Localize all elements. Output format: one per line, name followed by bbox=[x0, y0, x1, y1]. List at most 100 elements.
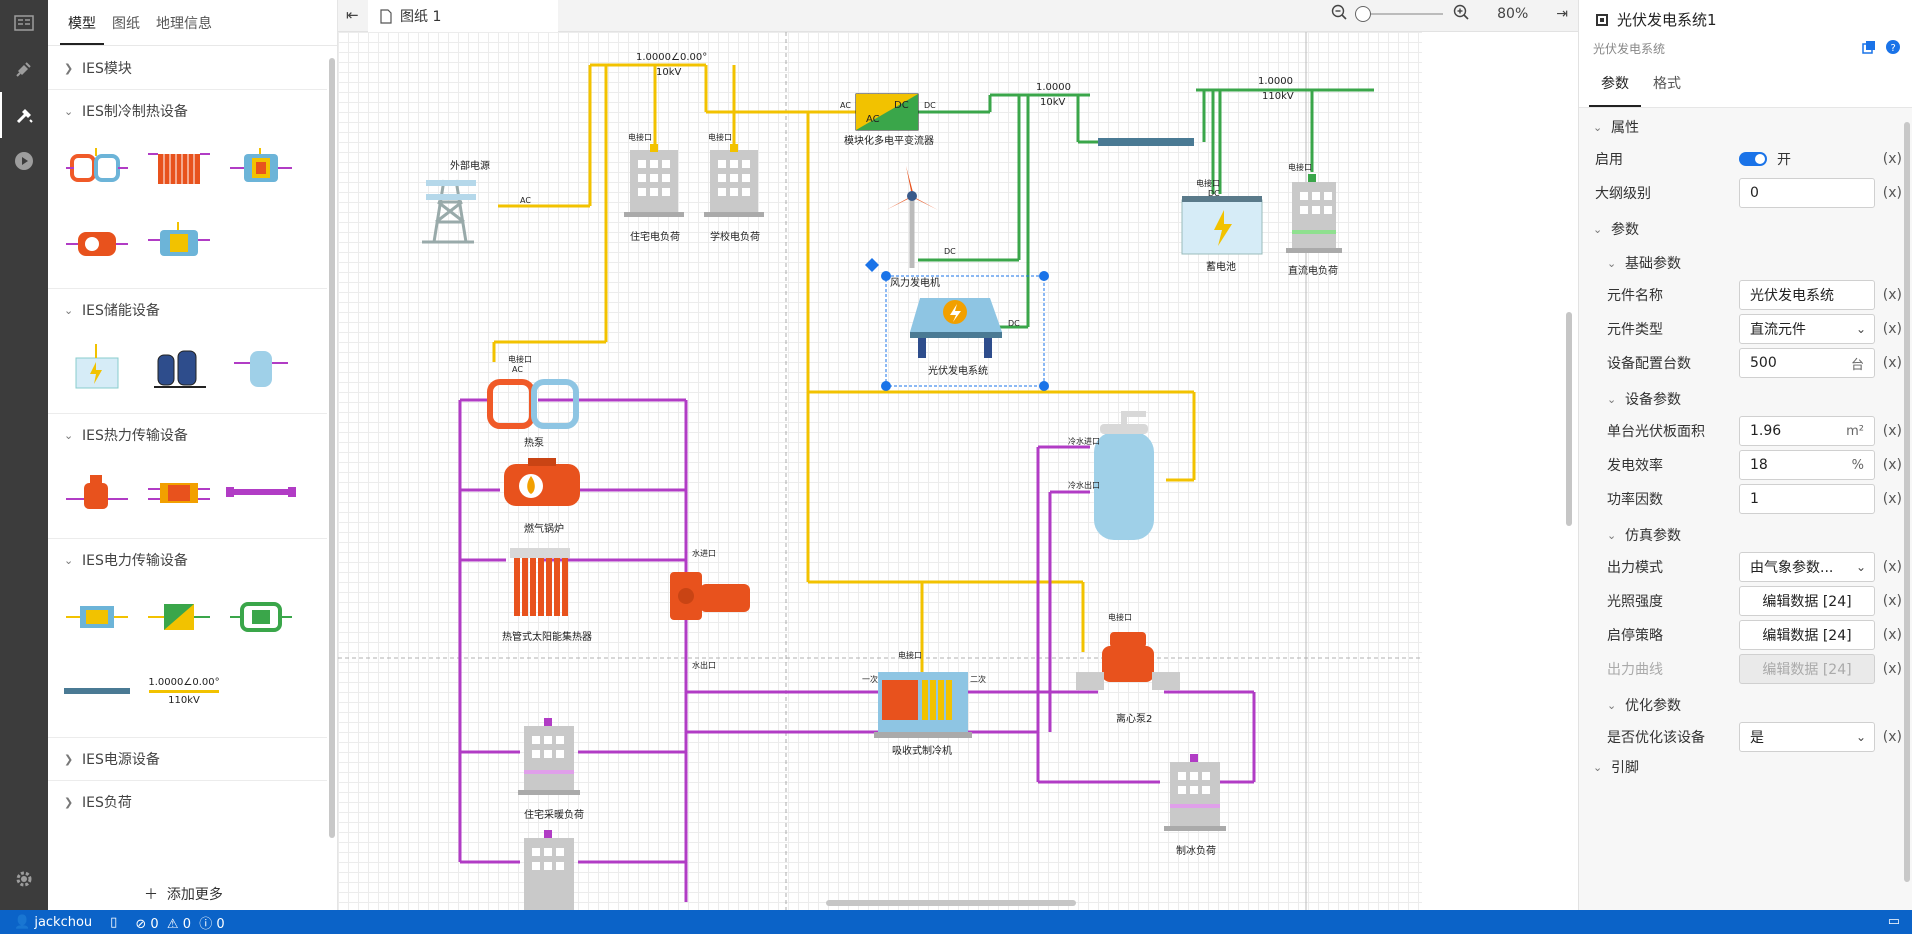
library-scrollbar[interactable] bbox=[329, 58, 335, 838]
school-load-node[interactable]: 电接口 学校电负荷 bbox=[704, 132, 764, 243]
expression-button[interactable]: (x) bbox=[1883, 627, 1902, 643]
diagram-canvas[interactable]: 1.0000∠0.00° 10kV 1.0000 10kV 1.0000 110… bbox=[338, 32, 1578, 910]
expression-button[interactable]: (x) bbox=[1883, 355, 1902, 371]
tab-drawing[interactable]: 图纸 bbox=[104, 13, 148, 45]
pump-item-icon[interactable] bbox=[62, 460, 132, 524]
tab-drawing-1[interactable]: 图纸 1 bbox=[368, 0, 558, 32]
solar-collector-node[interactable]: 热管式太阳能集热器 bbox=[502, 548, 592, 643]
gas-boiler-node[interactable]: 燃气锅炉 bbox=[504, 458, 580, 535]
absorption-chiller-node[interactable]: 电接口 一次 二次 吸收式制冷机 bbox=[862, 650, 986, 757]
boiler-item-icon[interactable] bbox=[226, 136, 296, 200]
residential-load-node[interactable]: 电接口 住宅电负荷 bbox=[624, 132, 684, 243]
gas-tank-item-icon[interactable] bbox=[144, 335, 214, 399]
help-icon[interactable]: ? bbox=[1886, 40, 1900, 58]
expression-button[interactable]: (x) bbox=[1883, 287, 1902, 303]
section-attributes[interactable]: ⌄ 属性 bbox=[1579, 108, 1912, 142]
zoom-slider[interactable] bbox=[1355, 6, 1444, 22]
expression-button[interactable]: (x) bbox=[1883, 729, 1902, 745]
expression-button[interactable]: (x) bbox=[1883, 593, 1902, 609]
zoom-out-icon[interactable] bbox=[1331, 4, 1347, 24]
section-opt-params[interactable]: ⌄ 优化参数 bbox=[1579, 686, 1912, 720]
external-power-node[interactable]: 外部电源 AC bbox=[422, 159, 531, 244]
problems-summary[interactable]: ⊘ 0 ⚠ 0 ⓘ 0 bbox=[135, 913, 224, 932]
tab-geo-info[interactable]: 地理信息 bbox=[148, 13, 220, 45]
expression-button[interactable]: (x) bbox=[1883, 457, 1902, 473]
expand-right-panel-icon[interactable]: ⇥ bbox=[1556, 6, 1568, 22]
battery-item-icon[interactable] bbox=[62, 335, 132, 399]
ice-load-node[interactable]: 制冰负荷 bbox=[1164, 754, 1226, 857]
expression-button[interactable]: (x) bbox=[1883, 185, 1902, 201]
tab-parameters[interactable]: 参数 bbox=[1589, 73, 1641, 107]
enable-toggle[interactable]: 开 bbox=[1739, 149, 1791, 169]
add-more-button[interactable]: ＋ 添加更多 bbox=[144, 884, 223, 904]
tab-model[interactable]: 模型 bbox=[60, 13, 104, 45]
solar-collector-item-icon[interactable] bbox=[144, 136, 214, 200]
section-pins[interactable]: ⌄ 引脚 bbox=[1579, 754, 1912, 776]
heat-pipe-item-icon[interactable] bbox=[226, 460, 296, 524]
expression-button[interactable]: (x) bbox=[1883, 491, 1902, 507]
heat-pump-item-icon[interactable] bbox=[62, 136, 132, 200]
toggle-switch[interactable] bbox=[1739, 152, 1767, 166]
expression-button[interactable]: (x) bbox=[1883, 559, 1902, 575]
category-header[interactable]: ⌄ IES制冷制热设备 bbox=[48, 90, 327, 132]
transformer-item-icon[interactable] bbox=[62, 585, 132, 649]
pump-2-node[interactable]: 电接口 离心泵2 bbox=[1076, 612, 1180, 725]
category-header[interactable]: ❯ IES电源设备 bbox=[48, 738, 327, 780]
properties-scrollbar[interactable] bbox=[1904, 122, 1910, 882]
tab-format[interactable]: 格式 bbox=[1641, 73, 1693, 107]
canvas-horizontal-scrollbar[interactable] bbox=[826, 900, 1076, 906]
wind-turbine-node[interactable]: DC 风力发电机 bbox=[886, 166, 956, 289]
device-icon[interactable]: ▯ bbox=[110, 915, 117, 930]
category-header[interactable]: ❯ IES负荷 bbox=[48, 781, 327, 823]
expression-button[interactable]: (x) bbox=[1883, 151, 1902, 167]
collapse-panel-icon[interactable]: ⇤ bbox=[346, 6, 359, 24]
outline-level-input[interactable]: 0 bbox=[1739, 178, 1875, 208]
start-stop-edit-button[interactable]: 编辑数据 [24] bbox=[1739, 620, 1875, 650]
category-header[interactable]: ❯ IES模块 bbox=[48, 47, 327, 89]
panel-area-input[interactable]: 1.96 m² bbox=[1739, 416, 1875, 446]
category-header[interactable]: ⌄ IES热力传输设备 bbox=[48, 414, 327, 456]
component-name-input[interactable]: 光伏发电系统 bbox=[1739, 280, 1875, 310]
run-icon[interactable] bbox=[0, 138, 48, 184]
expression-button[interactable]: (x) bbox=[1883, 423, 1902, 439]
dashboard-icon[interactable] bbox=[0, 0, 48, 46]
section-basic-params[interactable]: ⌄ 基础参数 bbox=[1579, 244, 1912, 278]
plugin-icon[interactable] bbox=[0, 46, 48, 92]
inverter-item-icon[interactable] bbox=[226, 585, 296, 649]
dc-load-node[interactable]: 电接口 直流电负荷 bbox=[1286, 162, 1342, 277]
converter-item-icon[interactable] bbox=[144, 585, 214, 649]
copy-icon[interactable] bbox=[1862, 40, 1876, 58]
section-device-params[interactable]: ⌄ 设备参数 bbox=[1579, 380, 1912, 414]
cable-line[interactable] bbox=[1098, 138, 1194, 146]
component-type-select[interactable]: 直流元件 ⌄ bbox=[1739, 314, 1875, 344]
zoom-slider-thumb[interactable] bbox=[1355, 6, 1372, 22]
device-count-input[interactable]: 500 台 bbox=[1739, 348, 1875, 378]
expression-button[interactable]: (x) bbox=[1883, 321, 1902, 337]
pump-1-node[interactable]: 水进口 水出口 bbox=[670, 548, 750, 670]
heating-load-2-node[interactable] bbox=[524, 830, 574, 910]
gas-boiler-item-icon[interactable] bbox=[62, 210, 132, 274]
absorption-chiller-item-icon[interactable] bbox=[144, 210, 214, 274]
category-header[interactable]: ⌄ IES储能设备 bbox=[48, 289, 327, 331]
expression-button[interactable]: (x) bbox=[1883, 661, 1902, 677]
cable-item-icon[interactable] bbox=[62, 659, 132, 723]
efficiency-input[interactable]: 18% bbox=[1739, 450, 1875, 480]
irradiance-edit-button[interactable]: 编辑数据 [24] bbox=[1739, 586, 1875, 616]
optimize-select[interactable]: 是 ⌄ bbox=[1739, 722, 1875, 752]
converter-node[interactable]: AC DC AC DC 模块化多电平变流器 bbox=[840, 93, 936, 147]
bus-item-icon[interactable]: 1.0000∠0.00° 110kV bbox=[144, 659, 224, 723]
water-tank-item-icon[interactable] bbox=[226, 335, 296, 399]
zoom-in-icon[interactable] bbox=[1453, 4, 1469, 24]
user-account[interactable]: 👤 jackchou bbox=[14, 915, 92, 930]
modeling-tools-icon[interactable] bbox=[0, 92, 48, 138]
chat-icon[interactable]: ▭ bbox=[1888, 914, 1900, 929]
section-parameters[interactable]: ⌄ 参数 bbox=[1579, 210, 1912, 244]
category-header[interactable]: ⌄ IES电力传输设备 bbox=[48, 539, 327, 581]
heating-load-node[interactable]: 住宅采暖负荷 bbox=[518, 718, 584, 821]
heat-exchanger-item-icon[interactable] bbox=[144, 460, 214, 524]
output-mode-select[interactable]: 由气象参数... ⌄ bbox=[1739, 552, 1875, 582]
canvas-vertical-scrollbar[interactable] bbox=[1566, 312, 1572, 526]
power-factor-input[interactable]: 1 bbox=[1739, 484, 1875, 514]
system-diagram[interactable]: 1.0000∠0.00° 10kV 1.0000 10kV 1.0000 110… bbox=[338, 32, 1578, 910]
section-sim-params[interactable]: ⌄ 仿真参数 bbox=[1579, 516, 1912, 550]
